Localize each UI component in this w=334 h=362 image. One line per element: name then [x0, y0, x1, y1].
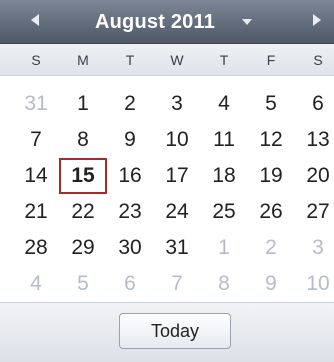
calendar-header: August 2011 — [0, 0, 334, 44]
day-cell[interactable]: 2 — [106, 86, 154, 122]
day-cell-other-month[interactable]: 3 — [294, 230, 334, 266]
day-cell[interactable]: 12 — [247, 122, 295, 158]
day-cell-other-month[interactable]: 4 — [12, 266, 60, 302]
day-grid: 31 1 2 3 4 5 6 7 8 9 10 11 12 13 14 15 16 17 18 19 20 21 22 23 2… — [0, 86, 334, 302]
weekday-label: M — [77, 52, 89, 68]
day-cell[interactable]: 6 — [294, 86, 334, 122]
previous-month-button[interactable] — [18, 0, 52, 44]
day-cell[interactable]: 26 — [247, 194, 295, 230]
day-cell[interactable]: 19 — [247, 158, 295, 194]
day-cell-other-month[interactable]: 1 — [200, 230, 248, 266]
day-cell[interactable]: 30 — [106, 230, 154, 266]
weekday-label: F — [266, 52, 276, 68]
day-cell[interactable]: 10 — [153, 122, 201, 158]
weekday-label: T — [219, 52, 229, 68]
day-cell[interactable]: 24 — [153, 194, 201, 230]
day-cell[interactable]: 23 — [106, 194, 154, 230]
day-cell[interactable]: 9 — [106, 122, 154, 158]
day-cell[interactable]: 11 — [200, 122, 248, 158]
month-year-selector[interactable]: August 2011 — [95, 0, 275, 44]
day-cell[interactable]: 5 — [247, 86, 295, 122]
day-cell[interactable]: 14 — [12, 158, 60, 194]
day-cell[interactable]: 7 — [12, 122, 60, 158]
day-cell-other-month[interactable]: 5 — [59, 266, 107, 302]
day-cell-other-month[interactable]: 7 — [153, 266, 201, 302]
weekday-label: T — [125, 52, 135, 68]
triangle-left-icon — [30, 13, 40, 32]
day-cell[interactable]: 31 — [153, 230, 201, 266]
day-cell[interactable]: 17 — [153, 158, 201, 194]
day-cell[interactable]: 22 — [59, 194, 107, 230]
weekday-label: S — [313, 52, 323, 68]
day-cell[interactable]: 20 — [294, 158, 334, 194]
day-cell[interactable]: 25 — [200, 194, 248, 230]
weekday-label: S — [31, 52, 41, 68]
triangle-right-icon — [312, 13, 322, 32]
day-cell[interactable]: 13 — [294, 122, 334, 158]
day-cell[interactable]: 18 — [200, 158, 248, 194]
day-cell-other-month[interactable]: 6 — [106, 266, 154, 302]
day-cell[interactable]: 8 — [59, 122, 107, 158]
day-cell[interactable]: 3 — [153, 86, 201, 122]
today-button[interactable]: Today — [119, 313, 231, 349]
day-cell-other-month[interactable]: 2 — [247, 230, 295, 266]
day-cell-other-month[interactable]: 10 — [294, 266, 334, 302]
day-cell[interactable]: 27 — [294, 194, 334, 230]
day-cell[interactable]: 28 — [12, 230, 60, 266]
next-month-button[interactable] — [300, 0, 334, 44]
weekday-header-row: SMTWTFS — [0, 44, 334, 76]
weekday-label: W — [170, 52, 184, 68]
date-picker-calendar: August 2011 SMTWTFS 31 1 2 3 4 5 6 7 8 9 10 11 12 13 1… — [0, 0, 334, 362]
day-cell-today[interactable]: 15 — [59, 158, 107, 194]
day-cell[interactable]: 16 — [106, 158, 154, 194]
day-cell-other-month[interactable]: 31 — [12, 86, 60, 122]
day-cell[interactable]: 29 — [59, 230, 107, 266]
day-cell-other-month[interactable]: 8 — [200, 266, 248, 302]
day-cell[interactable]: 1 — [59, 86, 107, 122]
calendar-footer: Today — [0, 302, 334, 362]
month-year-title: August 2011 — [95, 10, 216, 33]
day-cell-other-month[interactable]: 9 — [247, 266, 295, 302]
day-cell[interactable]: 21 — [12, 194, 60, 230]
caret-down-icon — [241, 18, 253, 26]
day-cell[interactable]: 4 — [200, 86, 248, 122]
